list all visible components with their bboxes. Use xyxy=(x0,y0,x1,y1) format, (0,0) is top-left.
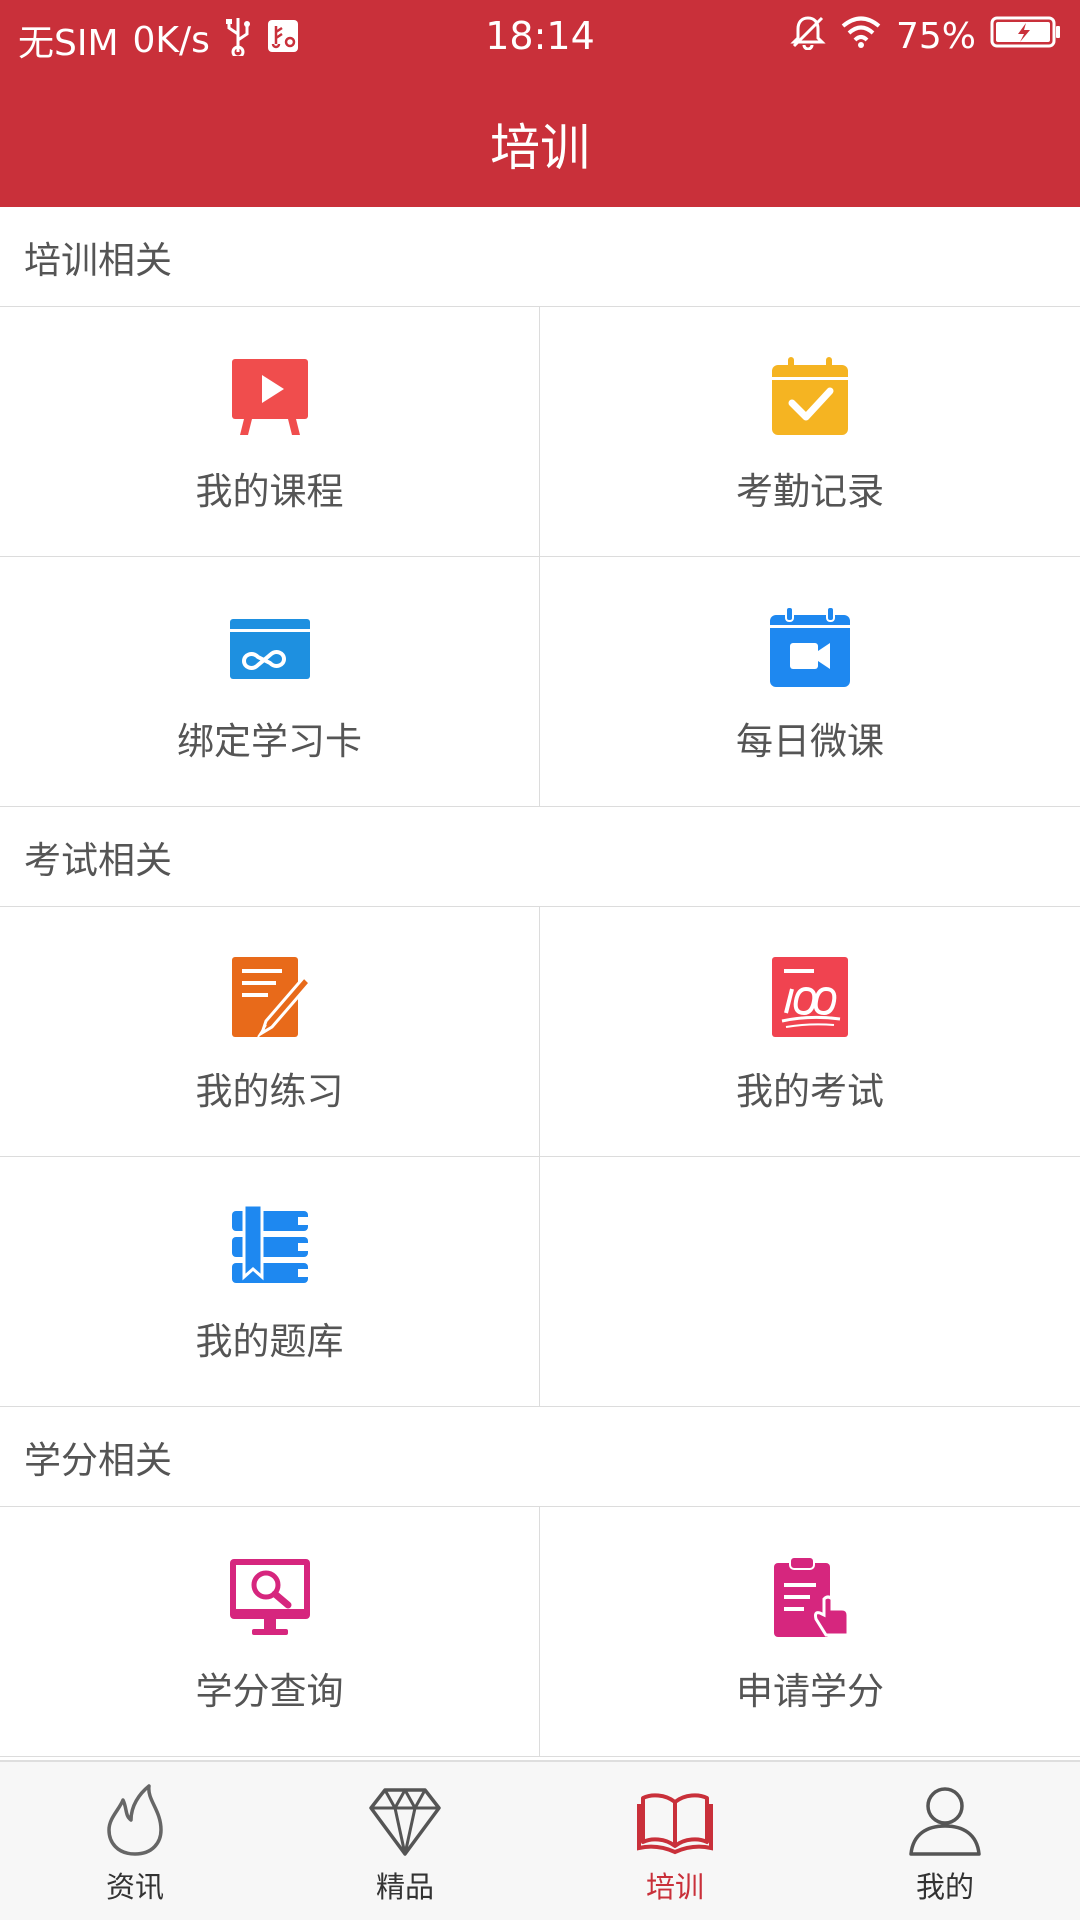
nav-label: 我的 xyxy=(915,1870,974,1904)
clipboard-hand-icon xyxy=(774,1556,850,1637)
bottom-nav: 资讯 精品 培训 我的 xyxy=(0,1760,1080,1920)
book-open-icon xyxy=(637,1793,713,1855)
book-stack-icon xyxy=(231,1205,308,1283)
section-header-credits: 学分相关 xyxy=(0,1407,1080,1507)
tile-my-exam[interactable]: 我的考试 xyxy=(540,907,1080,1157)
tile-label: 每日微课 xyxy=(736,720,884,763)
nav-item-news[interactable]: 资讯 xyxy=(0,1762,270,1920)
tile-empty xyxy=(540,1157,1080,1407)
score-100-icon xyxy=(772,957,848,1037)
diamond-icon xyxy=(369,1788,441,1856)
tile-label: 考勤记录 xyxy=(736,470,884,513)
tile-label: 申请学分 xyxy=(736,1670,884,1713)
battery-percent: 75% xyxy=(895,16,976,57)
tile-label: 我的练习 xyxy=(195,1070,344,1113)
section-header-exam: 考试相关 xyxy=(0,807,1080,907)
wifi-icon xyxy=(840,15,882,58)
nav-label: 资讯 xyxy=(105,1870,164,1904)
tile-label: 学分查询 xyxy=(195,1670,344,1713)
training-grid: 我的课程 考勤记录 绑定学习卡 每日微课 xyxy=(0,307,1080,807)
bell-off-icon xyxy=(790,14,826,59)
nav-item-premium[interactable]: 精品 xyxy=(270,1762,540,1920)
tile-credit-query[interactable]: 学分查询 xyxy=(0,1507,540,1757)
tile-label: 我的题库 xyxy=(195,1320,344,1363)
page-title: 培训 xyxy=(490,119,590,177)
nav-label: 精品 xyxy=(375,1870,434,1904)
tile-label: 绑定学习卡 xyxy=(177,720,362,763)
tile-daily-microlesson[interactable]: 每日微课 xyxy=(540,557,1080,807)
status-bar: 无SIM 0K/s 18:14 75% xyxy=(0,0,1080,72)
card-infinity-icon xyxy=(229,619,310,679)
battery-charging-icon xyxy=(990,15,1062,58)
tile-my-question-bank[interactable]: 我的题库 xyxy=(0,1157,540,1407)
content-area: 培训相关 我的课程 考勤记录 绑定学习卡 每日微课 考试相关 我的练习 我的考试… xyxy=(0,207,1080,1760)
calendar-check-icon xyxy=(772,357,848,435)
flame-icon xyxy=(107,1784,163,1856)
tile-apply-credits[interactable]: 申请学分 xyxy=(540,1507,1080,1757)
tile-label: 我的课程 xyxy=(195,470,344,513)
app-header: 无SIM 0K/s 18:14 75% 培训 xyxy=(0,0,1080,207)
person-icon xyxy=(909,1787,981,1856)
video-board-icon xyxy=(231,359,308,435)
tile-bind-study-card[interactable]: 绑定学习卡 xyxy=(0,557,540,807)
exam-grid: 我的练习 我的考试 我的题库 xyxy=(0,907,1080,1407)
section-header-training: 培训相关 xyxy=(0,207,1080,307)
tile-my-practice[interactable]: 我的练习 xyxy=(0,907,540,1157)
note-pen-icon xyxy=(231,957,312,1038)
monitor-search-icon xyxy=(229,1559,310,1635)
credits-grid: 学分查询 申请学分 xyxy=(0,1507,1080,1757)
tile-label: 我的考试 xyxy=(736,1070,884,1113)
tile-my-courses[interactable]: 我的课程 xyxy=(0,307,540,557)
nav-item-training[interactable]: 培训 xyxy=(540,1762,810,1920)
calendar-video-icon xyxy=(770,606,850,687)
nav-item-mine[interactable]: 我的 xyxy=(810,1762,1080,1920)
status-right: 75% xyxy=(790,14,1062,59)
tile-attendance[interactable]: 考勤记录 xyxy=(540,307,1080,557)
nav-label: 培训 xyxy=(645,1870,704,1904)
